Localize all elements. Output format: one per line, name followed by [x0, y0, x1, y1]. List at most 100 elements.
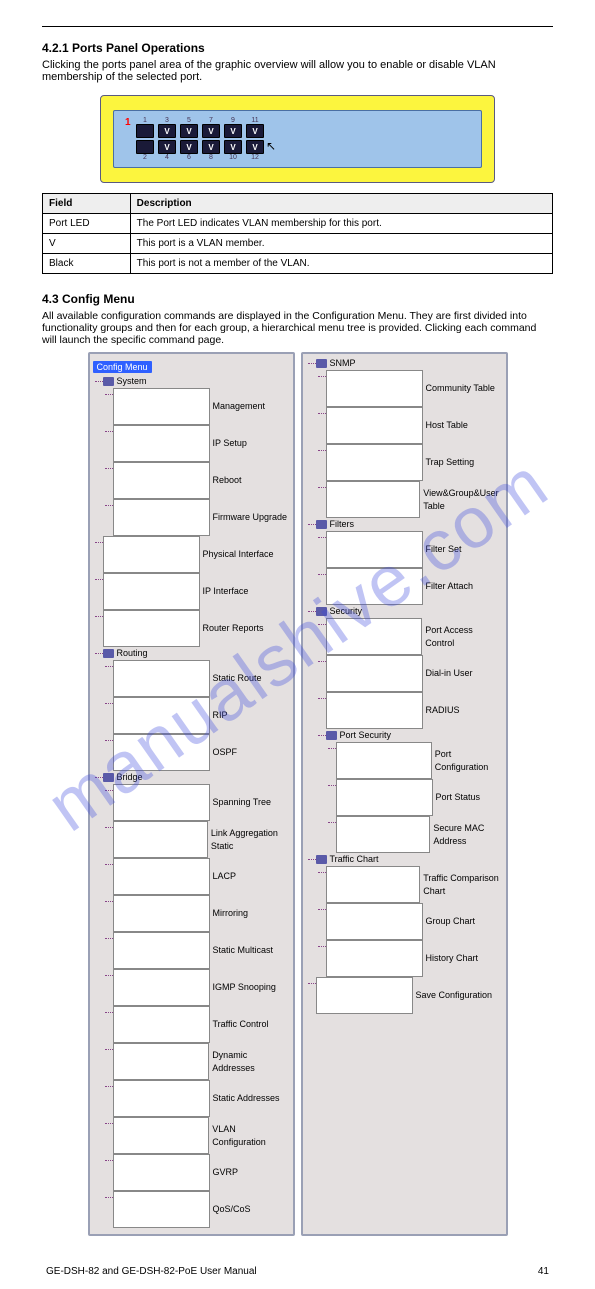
tree-item[interactable]: Port Status: [336, 779, 503, 816]
port[interactable]: V: [180, 140, 198, 154]
tree-item-label: Filter Set: [426, 543, 462, 556]
tree-item-label: Traffic Control: [213, 1018, 269, 1031]
page-icon: [113, 784, 210, 821]
port[interactable]: V: [180, 124, 198, 138]
port[interactable]: V: [246, 140, 264, 154]
tree-item[interactable]: SNMP: [316, 357, 503, 370]
port[interactable]: V: [158, 140, 176, 154]
tree-item-label: Link Aggregation Static: [211, 827, 290, 853]
tree-item[interactable]: OSPF: [113, 734, 290, 771]
tree-item[interactable]: Community Table: [326, 370, 503, 407]
tree-item[interactable]: Link Aggregation Static: [113, 821, 290, 858]
tree-item[interactable]: System: [103, 375, 290, 388]
tree-item[interactable]: RIP: [113, 697, 290, 734]
tree-item[interactable]: Firmware Upgrade: [113, 499, 290, 536]
tree-item-label: Save Configuration: [416, 989, 493, 1002]
tree-item[interactable]: Routing: [103, 647, 290, 660]
page-icon: [113, 388, 210, 425]
tree-item[interactable]: Spanning Tree: [113, 784, 290, 821]
port[interactable]: V: [246, 124, 264, 138]
device-figure-wrap: 1 1357911VVVVVVVVVV24681012 ↖: [100, 95, 495, 183]
port[interactable]: V: [202, 140, 220, 154]
tree-item[interactable]: Filter Attach: [326, 568, 503, 605]
tree-item[interactable]: Mirroring: [113, 895, 290, 932]
tree-item[interactable]: Filter Set: [326, 531, 503, 568]
port[interactable]: [136, 140, 154, 154]
tree-item[interactable]: Static Route: [113, 660, 290, 697]
tree-item[interactable]: History Chart: [326, 940, 503, 977]
tree-item[interactable]: LACP: [113, 858, 290, 895]
tree-item[interactable]: Group Chart: [326, 903, 503, 940]
page-icon: [326, 940, 423, 977]
tree-item-label: Physical Interface: [203, 548, 274, 561]
top-rule: [42, 26, 553, 27]
page-icon: [103, 610, 200, 647]
config-menu-heading: 4.3 Config Menu: [42, 292, 553, 306]
page-icon: [326, 618, 423, 655]
tree-item-label: Port Configuration: [435, 748, 503, 774]
tree-item[interactable]: Traffic Control: [113, 1006, 290, 1043]
tree-item[interactable]: IP Setup: [113, 425, 290, 462]
tree-item[interactable]: Traffic Comparison Chart: [326, 866, 503, 903]
tree-item[interactable]: Physical Interface: [103, 536, 290, 573]
page-icon: [113, 1080, 210, 1117]
tree-item-label: Bridge: [117, 771, 143, 784]
tree-item[interactable]: Secure MAC Address: [336, 816, 503, 853]
config-tree-columns: Config Menu SystemManagementIP SetupRebo…: [88, 352, 508, 1236]
tree-item[interactable]: Bridge: [103, 771, 290, 784]
tree-item[interactable]: Traffic Chart: [316, 853, 503, 866]
tree-item[interactable]: Static Addresses: [113, 1080, 290, 1117]
port[interactable]: V: [158, 124, 176, 138]
tree-item[interactable]: Port Security: [326, 729, 503, 742]
figure-marker-1: 1: [125, 117, 131, 128]
tree-item[interactable]: Security: [316, 605, 503, 618]
page-icon: [326, 531, 423, 568]
table-row: VThis port is a VLAN member.: [43, 234, 553, 254]
tree-item-label: Static Multicast: [213, 944, 274, 957]
tree-item[interactable]: Filters: [316, 518, 503, 531]
tree-item[interactable]: Router Reports: [103, 610, 290, 647]
tree-item-label: RADIUS: [426, 704, 460, 717]
device-panel: 1 1357911VVVVVVVVVV24681012 ↖: [113, 110, 482, 168]
tree-item-label: Security: [330, 605, 363, 618]
tree-item-label: Routing: [117, 647, 148, 660]
tree-item[interactable]: QoS/CoS: [113, 1191, 290, 1228]
port[interactable]: V: [224, 140, 242, 154]
port[interactable]: [136, 124, 154, 138]
tree-item[interactable]: Reboot: [113, 462, 290, 499]
port[interactable]: V: [202, 124, 220, 138]
tree-item[interactable]: Management: [113, 388, 290, 425]
page-icon: [326, 692, 423, 729]
tree-item[interactable]: Port Configuration: [336, 742, 503, 779]
page-icon: [113, 858, 210, 895]
page-icon: [113, 1006, 210, 1043]
folder-icon: [103, 773, 114, 782]
tree-item[interactable]: View&Group&User Table: [326, 481, 503, 518]
port[interactable]: V: [224, 124, 242, 138]
tree-item[interactable]: Save Configuration: [316, 977, 503, 1014]
tree-item-label: Management: [213, 400, 266, 413]
page-icon: [113, 660, 210, 697]
table-header-desc: Description: [130, 194, 552, 214]
tree-item[interactable]: Trap Setting: [326, 444, 503, 481]
tree-item-label: Filters: [330, 518, 355, 531]
tree-item-label: Reboot: [213, 474, 242, 487]
tree-item[interactable]: Static Multicast: [113, 932, 290, 969]
tree-item[interactable]: IGMP Snooping: [113, 969, 290, 1006]
tree-item[interactable]: Dynamic Addresses: [113, 1043, 290, 1080]
page-icon: [113, 895, 210, 932]
tree-item-label: IP Setup: [213, 437, 247, 450]
tree-item[interactable]: IP Interface: [103, 573, 290, 610]
tree-item-label: GVRP: [213, 1166, 239, 1179]
page-icon: [113, 1117, 210, 1154]
tree-item[interactable]: Dial-in User: [326, 655, 503, 692]
tree-item[interactable]: VLAN Configuration: [113, 1117, 290, 1154]
tree-item-label: Filter Attach: [426, 580, 474, 593]
tree-item[interactable]: Port Access Control: [326, 618, 503, 655]
tree-item[interactable]: Host Table: [326, 407, 503, 444]
page-icon: [113, 1043, 210, 1080]
tree-item[interactable]: GVRP: [113, 1154, 290, 1191]
tree-item-label: Port Security: [340, 729, 392, 742]
page-icon: [326, 903, 423, 940]
tree-item[interactable]: RADIUS: [326, 692, 503, 729]
